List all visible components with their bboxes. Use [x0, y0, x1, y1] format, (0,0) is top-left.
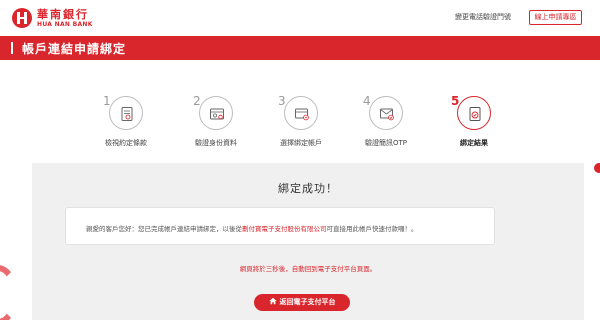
- result-doc-icon: [469, 107, 481, 121]
- return-to-payment-button[interactable]: 返回電子支付平台: [254, 294, 350, 311]
- step-label: 驗證身份資料: [195, 139, 237, 147]
- bank-logo[interactable]: 華南銀行 HUA NAN BANK: [12, 8, 93, 28]
- online-application-button[interactable]: 線上申請專區: [529, 10, 582, 25]
- decorative-dot: [594, 163, 600, 173]
- logo-english-name: HUA NAN BANK: [37, 20, 93, 28]
- step-label: 驗證簡訊OTP: [364, 139, 407, 147]
- step-number: 3: [278, 94, 286, 108]
- step-3: 3 選擇綁定帳戶: [256, 84, 346, 154]
- decorative-arc: [0, 265, 18, 320]
- step-number: 4: [363, 94, 371, 108]
- step-2: 2 驗證身份資料: [171, 84, 261, 154]
- result-panel: 綁定成功！ 親愛的客戶您好：您已完成帳戶連結申請綁定，以後從劃付寶電子支付股份有…: [32, 163, 584, 320]
- step-number: 1: [103, 94, 111, 108]
- step-5: 5 綁定結果: [429, 84, 519, 154]
- message-box: 親愛的客戶您好：您已完成帳戶連結申請綁定，以後從劃付寶電子支付股份有限公司可直接…: [65, 207, 495, 245]
- payment-company-link[interactable]: 劃付寶電子支付股份有限公司: [242, 225, 327, 233]
- header: 華南銀行 HUA NAN BANK 變更電話驗證門號 線上申請專區: [0, 0, 600, 36]
- title-bar: 帳戶連結申請綁定: [0, 36, 600, 60]
- step-1: 1 檢視約定條款: [81, 84, 171, 154]
- step-number: 5: [451, 94, 460, 108]
- logo-mark-icon: [12, 8, 32, 28]
- logo-chinese-name: 華南銀行: [37, 7, 89, 21]
- progress-steps: 1 檢視約定條款 2 驗證身份資料 3 選擇綁定帳戶 4 驗證簡訊OTP 5 綁…: [0, 84, 600, 154]
- page: 華南銀行 HUA NAN BANK 變更電話驗證門號 線上申請專區 帳戶連結申請…: [0, 0, 600, 320]
- document-icon: [121, 107, 133, 121]
- change-phone-link[interactable]: 變更電話驗證門號: [455, 12, 511, 22]
- return-button-label: 返回電子支付平台: [279, 298, 336, 306]
- account-gear-icon: [295, 108, 309, 121]
- step-4: 4 驗證簡訊OTP: [341, 84, 431, 154]
- page-title: 帳戶連結申請綁定: [22, 42, 127, 56]
- step-label: 檢視約定條款: [105, 139, 147, 147]
- step-number: 2: [193, 94, 201, 108]
- title-accent-bar: [11, 42, 13, 54]
- success-title: 綁定成功！: [278, 182, 338, 195]
- step-label: 綁定結果: [460, 139, 488, 147]
- step-label: 選擇綁定帳戶: [280, 139, 322, 147]
- redirect-notice: 網頁將於三秒後，自動回到電子支付平台頁面。: [239, 265, 377, 273]
- home-icon: [268, 297, 277, 305]
- result-message: 親愛的客戶您好：您已完成帳戶連結申請綁定，以後從劃付寶電子支付股份有限公司可直接…: [86, 225, 418, 233]
- sms-check-icon: [380, 108, 394, 121]
- id-card-icon: [210, 108, 224, 120]
